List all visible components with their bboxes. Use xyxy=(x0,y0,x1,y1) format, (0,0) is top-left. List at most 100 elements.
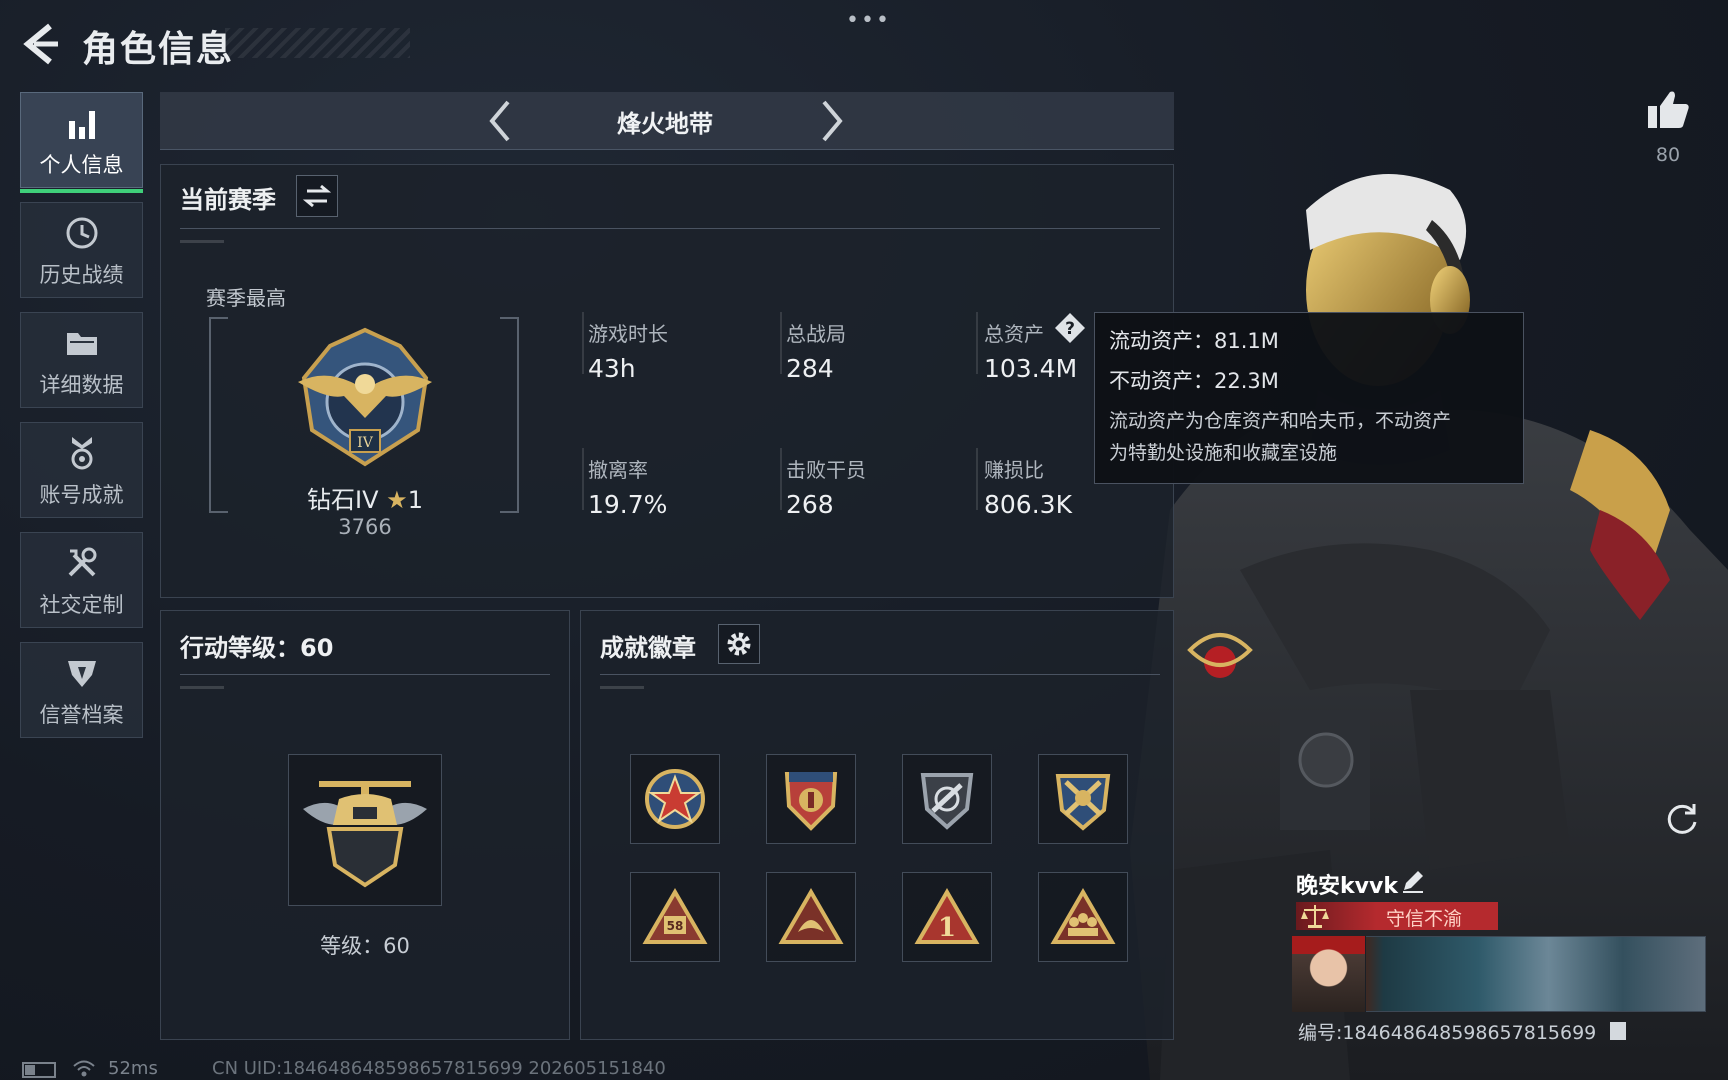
swap-icon xyxy=(302,184,332,208)
tooltip-note-line1: 流动资产为仓库资产和哈夫币，不动资产 xyxy=(1109,410,1452,432)
reputation-label: 守信不渝 xyxy=(1385,908,1462,930)
sidebar-item-social[interactable]: 社交定制 xyxy=(20,532,143,628)
fixed-assets: 不动资产：22.3M xyxy=(1109,369,1279,393)
medal-icon xyxy=(71,437,92,470)
sidebar-item-history[interactable]: 历史战绩 xyxy=(20,202,143,298)
svg-text:?: ? xyxy=(1065,319,1075,339)
badges-title: 成就徽章 xyxy=(600,634,696,662)
thumbs-up-icon[interactable] xyxy=(1646,88,1690,130)
clock-icon xyxy=(66,217,97,249)
diamond-rank-emblem-icon: IV xyxy=(298,327,432,467)
stat-value: 43h xyxy=(588,354,636,383)
title-decoration xyxy=(225,28,410,58)
rank-score: 3766 xyxy=(338,515,392,539)
bar-chart-icon xyxy=(68,111,95,139)
battery-icon xyxy=(22,1062,56,1078)
badge-star-medal[interactable] xyxy=(630,754,720,844)
season-title: 当前赛季 xyxy=(180,186,276,214)
triangle-one-icon: 1 xyxy=(914,888,980,944)
wifi-icon xyxy=(73,1060,95,1077)
badge-rifle-shield[interactable] xyxy=(902,754,992,844)
stat-divider xyxy=(780,312,782,374)
shield-heart-icon xyxy=(67,661,96,687)
sidebar-item-label: 社交定制 xyxy=(39,593,124,617)
stat-label: 撤离率 xyxy=(588,458,648,482)
stat-divider xyxy=(582,448,584,510)
stat-value: 268 xyxy=(786,490,834,519)
stat-label: 击败干员 xyxy=(786,458,866,482)
badge-triangle-one[interactable]: 1 xyxy=(902,872,992,962)
eagle-shield-icon xyxy=(784,772,838,831)
chevron-left-icon[interactable] xyxy=(482,98,518,144)
tools-icon xyxy=(68,547,96,577)
level-divider xyxy=(180,674,550,675)
stat-value: 806.3K xyxy=(984,490,1072,519)
assets-tooltip: 流动资产：81.1M 不动资产：22.3M 流动资产为仓库资产和哈夫币，不动资产… xyxy=(1094,312,1524,484)
page-title: 角色信息 xyxy=(82,29,235,70)
sidebar-item-label: 个人信息 xyxy=(39,153,124,177)
stat-value: 284 xyxy=(786,354,834,383)
star-medal-icon xyxy=(645,769,705,829)
rifle-shield-icon xyxy=(920,773,974,830)
divider-decoration xyxy=(600,686,644,689)
season-switch-button[interactable] xyxy=(296,175,338,217)
stat-label: 总战局 xyxy=(786,322,846,346)
badge-triangle-crest[interactable] xyxy=(766,872,856,962)
triangle-58-icon: 58 xyxy=(642,888,708,944)
more-options-icon[interactable]: ••• xyxy=(846,8,891,33)
helicopter-emblem-icon xyxy=(303,781,427,888)
pencil-icon[interactable] xyxy=(1400,868,1426,894)
badge-triangle-squad[interactable] xyxy=(1038,872,1128,962)
gear-icon xyxy=(727,632,751,656)
rank-stars: 1 xyxy=(407,486,423,514)
stat-value: 103.4M xyxy=(984,354,1078,383)
sidebar-item-label: 详细数据 xyxy=(39,373,124,397)
help-icon[interactable]: ? xyxy=(1054,312,1086,344)
svg-text:IV: IV xyxy=(357,435,374,451)
back-arrow-icon[interactable] xyxy=(20,22,60,66)
rank-name-row: 钻石IV ★1 xyxy=(260,480,470,515)
badges-settings-button[interactable] xyxy=(718,624,760,664)
badge-triangle-58[interactable]: 58 xyxy=(630,872,720,962)
copy-icon[interactable] xyxy=(1610,1022,1626,1040)
sidebar-item-label: 信誉档案 xyxy=(39,703,124,727)
tooltip-note-line2: 为特勤处设施和收藏室设施 xyxy=(1109,442,1338,464)
stat-label: 赚损比 xyxy=(984,458,1044,482)
level-emblem-frame xyxy=(288,754,442,906)
svg-text:58: 58 xyxy=(667,919,684,933)
stat-divider xyxy=(976,312,978,374)
crossed-guns-shield-icon xyxy=(1055,774,1111,831)
uid-footer: CN UID:1846486485986578156​99 2026051518… xyxy=(212,1058,666,1079)
ping-value: 52ms xyxy=(108,1058,158,1079)
stat-divider xyxy=(582,312,584,374)
mode-title: 烽火地带 xyxy=(617,110,713,138)
stat-divider xyxy=(976,448,978,510)
stat-divider xyxy=(780,448,782,510)
folder-icon xyxy=(66,333,97,355)
refresh-icon[interactable] xyxy=(1662,800,1702,840)
player-name: 晚安kvvk xyxy=(1296,874,1398,899)
liquid-assets: 流动资产：81.1M xyxy=(1109,329,1279,353)
sidebar-item-label: 历史战绩 xyxy=(39,263,124,287)
triangle-crest-icon xyxy=(778,888,844,944)
sidebar-item-achievements[interactable]: 账号成就 xyxy=(20,422,143,518)
stat-label: 总资产 xyxy=(984,322,1044,346)
star-icon: ★ xyxy=(386,486,408,514)
divider-decoration xyxy=(180,240,224,243)
level-title: 行动等级：60 xyxy=(180,634,334,662)
chevron-right-icon[interactable] xyxy=(814,98,850,144)
sidebar-item-personal-info[interactable]: 个人信息 xyxy=(20,92,143,193)
level-text: 等级：60 xyxy=(320,934,410,958)
rank-name: 钻石IV xyxy=(307,486,379,514)
season-best-label: 赛季最高 xyxy=(206,286,286,310)
svg-text:1: 1 xyxy=(938,913,956,943)
player-uid: 编号:1846486485986578156​99 xyxy=(1298,1022,1597,1044)
badge-eagle-shield[interactable] xyxy=(766,754,856,844)
avatar[interactable] xyxy=(1292,936,1366,1012)
scales-icon xyxy=(1301,905,1329,928)
badge-crossed-guns-shield[interactable] xyxy=(1038,754,1128,844)
stat-value: 19.7% xyxy=(588,490,668,519)
sidebar-item-reputation[interactable]: 信誉档案 xyxy=(20,642,143,738)
stat-label: 游戏时长 xyxy=(588,322,668,346)
sidebar-item-detailed-data[interactable]: 详细数据 xyxy=(20,312,143,408)
